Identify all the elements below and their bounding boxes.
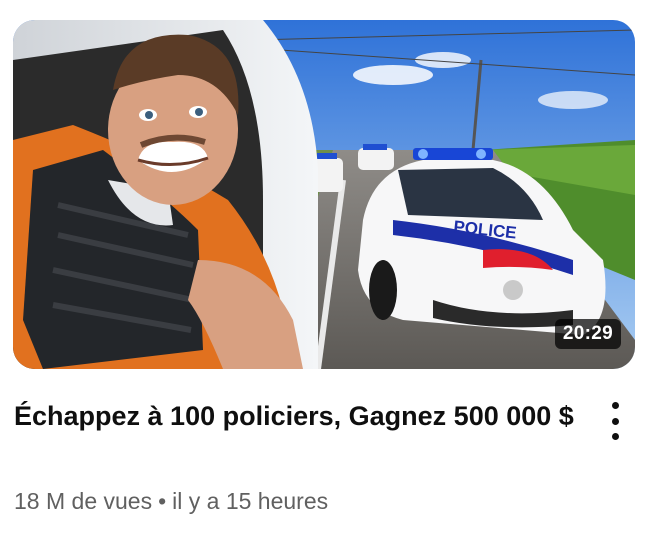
more-vert-icon[interactable] [600,398,630,444]
thumbnail-image: POLICE [13,20,635,369]
more-dot [611,433,619,440]
video-metadata: 18 M de vues • il y a 15 heures [14,488,328,515]
video-card[interactable]: POLICE 20:29 Échappez à 100 policiers, G… [0,0,657,540]
more-dot [611,417,619,425]
more-dot [611,402,619,409]
upload-age: il y a 15 heures [172,488,329,514]
view-count: 18 M de vues [14,488,153,514]
video-thumbnail[interactable]: POLICE 20:29 [13,20,635,369]
video-title[interactable]: Échappez à 100 policiers, Gagnez 500 000… [14,395,574,437]
meta-separator: • [158,488,167,514]
duration-badge: 20:29 [554,319,621,349]
